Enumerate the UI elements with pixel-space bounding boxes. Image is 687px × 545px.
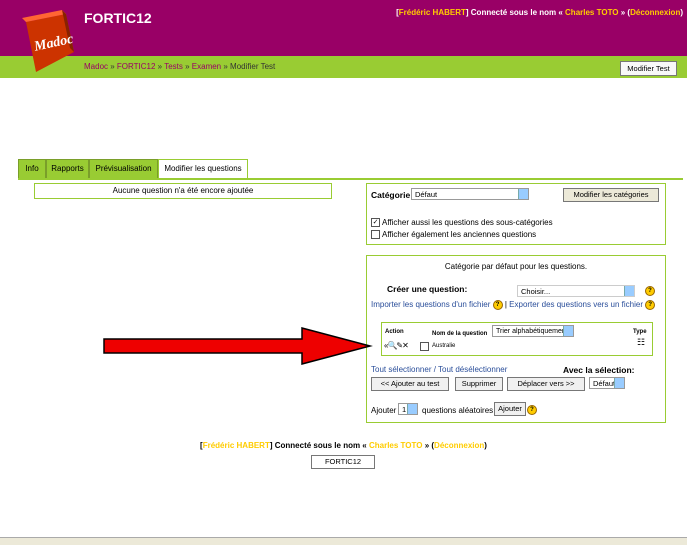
footer-suffix: » ( <box>422 441 435 450</box>
breadcrumb-current: Modifier Test <box>230 62 276 71</box>
breadcrumb-madoc[interactable]: Madoc <box>84 62 108 71</box>
footer-connected-as: ] Connecté sous le nom « <box>269 441 369 450</box>
show-old-option[interactable]: Afficher également les anciennes questio… <box>371 230 537 240</box>
chevron-down-icon <box>563 326 573 336</box>
site-title: FORTIC12 <box>84 10 152 26</box>
help-icon[interactable]: ? <box>527 405 537 415</box>
footer-course-link[interactable]: FORTIC12 <box>311 455 375 469</box>
tab-info[interactable]: Info <box>18 159 46 178</box>
show-subcategories-label: Afficher aussi les questions des sous-ca… <box>382 218 553 227</box>
breadcrumb-sep: » <box>182 62 192 71</box>
tab-reports[interactable]: Rapports <box>46 159 89 178</box>
delete-button[interactable]: Supprimer <box>455 377 503 391</box>
col-action: Action <box>385 329 404 335</box>
no-questions-message: Aucune question n'a été encore ajoutée <box>34 183 332 199</box>
row-question-name: Australie <box>432 343 456 349</box>
create-question-label: Créer une question: <box>387 284 468 294</box>
with-selection-label: Avec la sélection: <box>563 365 635 375</box>
create-question-select[interactable]: Choisir... <box>517 285 635 297</box>
login-close: ) <box>680 8 683 17</box>
breadcrumb-exam[interactable]: Examen <box>192 62 221 71</box>
login-suffix: » ( <box>618 8 631 17</box>
tab-preview[interactable]: Prévisualisation <box>89 159 158 178</box>
footer-connected-name[interactable]: Charles TOTO <box>369 441 423 450</box>
footer-logout-link[interactable]: Déconnexion <box>434 441 484 450</box>
help-icon[interactable]: ? <box>645 300 656 310</box>
export-link[interactable]: Exporter des questions vers un fichier <box>509 300 643 309</box>
chevron-down-icon <box>624 286 634 296</box>
footer-login-info: [Frédéric HABERT] Connecté sous le nom «… <box>200 441 487 450</box>
col-type: Type <box>633 329 647 335</box>
row-actions[interactable]: «🔍✎✕ <box>384 341 409 350</box>
move-to-button[interactable]: Déplacer vers >> <box>507 377 585 391</box>
link-separator: | <box>504 300 507 310</box>
sort-select[interactable]: Trier alphabétiquement <box>492 325 574 337</box>
chevron-down-icon <box>614 378 624 388</box>
chevron-down-icon <box>518 189 528 199</box>
user-link[interactable]: Frédéric HABERT <box>399 8 466 17</box>
select-all-link[interactable]: Tout sélectionner <box>371 365 431 374</box>
col-name: Nom de la question <box>432 331 488 337</box>
modify-categories-button[interactable]: Modifier les catégories <box>563 188 659 202</box>
add-random-label: Ajouter <box>371 406 397 415</box>
show-old-label: Afficher également les anciennes questio… <box>382 230 537 239</box>
random-count-value: 1 <box>402 405 407 414</box>
question-bank-panel: Catégorie par défaut pour les questions.… <box>366 255 666 423</box>
madoc-logo[interactable]: Madoc <box>18 10 78 76</box>
connected-name-link[interactable]: Charles TOTO <box>565 8 619 17</box>
sort-select-value: Trier alphabétiquement <box>496 328 568 335</box>
random-questions-label: questions aléatoires <box>422 406 494 415</box>
breadcrumb-course[interactable]: FORTIC12 <box>117 62 156 71</box>
import-link[interactable]: Importer les questions d'un fichier <box>371 300 490 309</box>
move-target-value: Défaut <box>593 379 616 388</box>
help-icon[interactable]: ? <box>492 300 503 310</box>
random-count-select[interactable]: 1 <box>398 403 418 415</box>
tab-underline <box>18 178 683 180</box>
chevron-down-icon <box>407 404 417 414</box>
breadcrumb-tests[interactable]: Tests <box>164 62 183 71</box>
footer-close: ) <box>484 441 487 450</box>
red-arrow-annotation <box>103 327 373 365</box>
show-subcategories-option[interactable]: ✓ Afficher aussi les questions des sous-c… <box>371 218 553 228</box>
show-old-checkbox[interactable] <box>371 230 380 240</box>
category-panel: Catégorie: Défaut Modifier les catégorie… <box>366 183 666 245</box>
footer-user-link[interactable]: Frédéric HABERT <box>203 441 270 450</box>
add-to-test-button[interactable]: << Ajouter au test <box>371 377 449 391</box>
multichoice-type-icon: ☷ <box>637 337 646 347</box>
category-label: Catégorie: <box>371 190 414 200</box>
table-row: «🔍✎✕ Australie ☷ <box>384 337 650 353</box>
import-export-links: Importer les questions d'un fichier ? | … <box>371 300 656 310</box>
logout-link[interactable]: Déconnexion <box>630 8 680 17</box>
breadcrumb: Madoc » FORTIC12 » Tests » Examen » Modi… <box>84 62 275 71</box>
question-table: Action Nom de la question Trier alphabét… <box>381 322 653 356</box>
deselect-all-link[interactable]: Tout désélectionner <box>438 365 507 374</box>
tab-edit-questions[interactable]: Modifier les questions <box>158 159 248 180</box>
breadcrumb-sep: » <box>221 62 231 71</box>
create-question-select-value: Choisir... <box>521 287 551 296</box>
modify-test-button[interactable]: Modifier Test <box>620 61 677 76</box>
breadcrumb-sep: » <box>155 62 165 71</box>
add-random-button[interactable]: Ajouter <box>494 402 526 416</box>
breadcrumb-sep: » <box>108 62 117 71</box>
selection-links: Tout sélectionner / Tout désélectionner <box>371 365 507 374</box>
move-target-select[interactable]: Défaut <box>589 377 625 389</box>
connected-as-text: ] Connecté sous le nom « <box>465 8 566 17</box>
category-select[interactable]: Défaut <box>411 188 529 200</box>
row-checkbox[interactable] <box>420 342 429 351</box>
default-category-title: Catégorie par défaut pour les questions. <box>444 262 588 271</box>
help-icon[interactable]: ? <box>645 286 655 296</box>
login-info: [Frédéric HABERT] Connecté sous le nom «… <box>396 8 683 17</box>
category-select-value: Défaut <box>415 190 438 199</box>
show-subcategories-checkbox[interactable]: ✓ <box>371 218 380 228</box>
